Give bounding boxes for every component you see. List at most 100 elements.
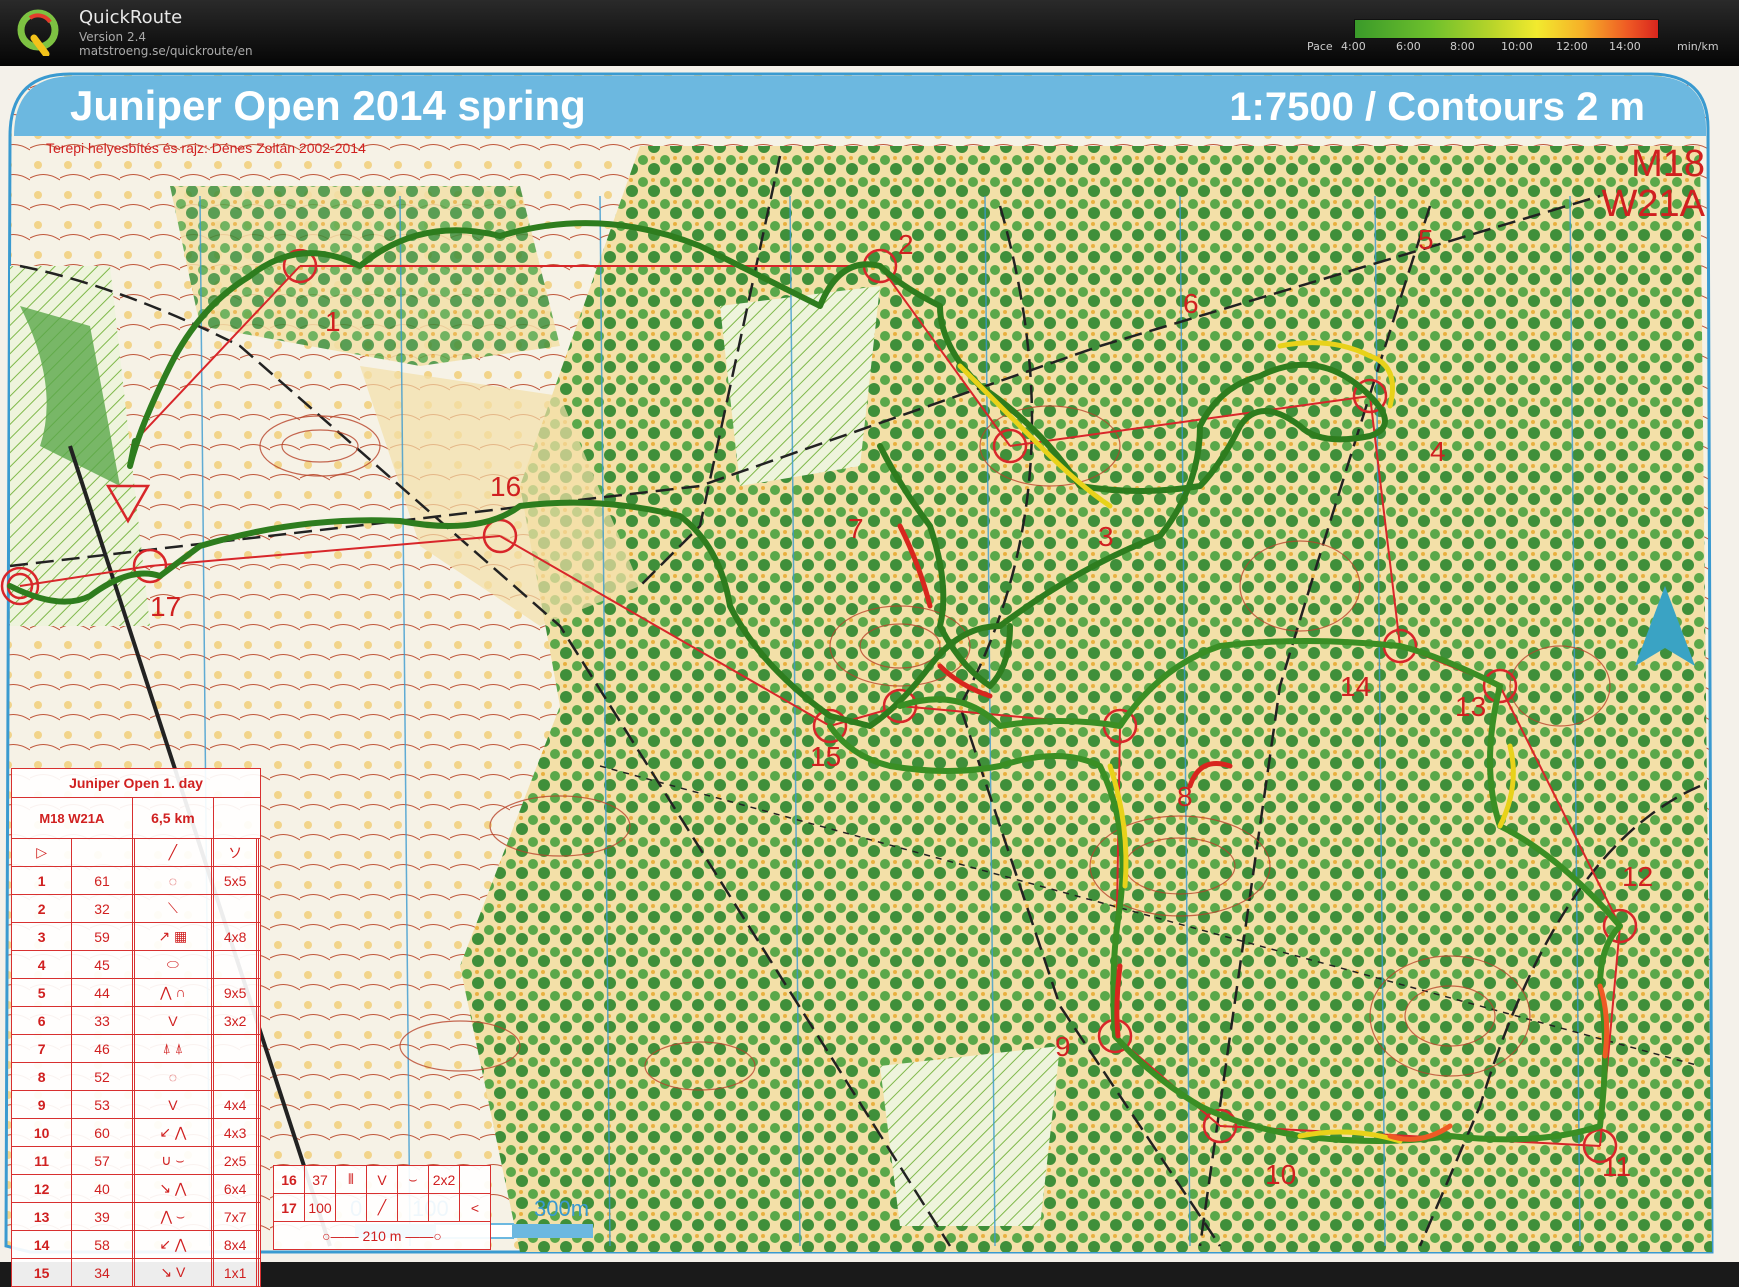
app-header: QuickRoute Version 2.4 matstroeng.se/qui…: [0, 0, 1739, 66]
control-number: 2: [898, 229, 914, 260]
finish-distance: ○—— 210 m ——○: [273, 1221, 491, 1250]
control-number-cell: 4: [10, 950, 73, 979]
control-symbol-cell: [258, 894, 261, 923]
control-description-row: 15 34 ↘ V 1x1: [10, 1258, 261, 1287]
control-symbol-cell: ↙ ⋀: [134, 1118, 212, 1147]
control-symbol-cell: [258, 866, 261, 895]
control-number: 3: [1098, 521, 1114, 552]
control-code-cell: 33: [71, 1006, 133, 1035]
control-number-cell: 12: [10, 1174, 73, 1203]
control-number: 16: [490, 471, 521, 502]
control-code-cell: 39: [71, 1202, 133, 1231]
event-name: Juniper Open 1. day: [11, 768, 261, 798]
control-number: 17: [150, 591, 181, 622]
control-symbol-cell: [258, 1062, 261, 1091]
control-symbol-cell: 6x4: [213, 1174, 258, 1203]
control-symbol-cell: ↗ ▦: [134, 922, 212, 951]
control-description-row: 2 32 ⟍: [10, 894, 261, 923]
control-symbol-cell: [258, 1034, 261, 1063]
control-symbol-cell: ⍋ ⍋: [134, 1034, 212, 1063]
control-symbol-cell: V: [134, 1090, 212, 1119]
control-symbol-cell: ∪ ⌣: [134, 1146, 212, 1175]
control-code-cell: 57: [71, 1146, 133, 1175]
control-code-cell: 46: [71, 1034, 133, 1063]
pace-tick: 8:00: [1450, 40, 1475, 53]
app-url-link[interactable]: matstroeng.se/quickroute/en: [79, 44, 253, 58]
control-description-row: 11 57 ∪ ⌣ 2x5: [10, 1146, 261, 1175]
control-symbol-cell: 4x4: [213, 1090, 258, 1119]
control-symbol-cell: [258, 1258, 261, 1287]
map-canvas[interactable]: Juniper Open 2014 spring 1:7500 / Contou…: [0, 66, 1739, 1287]
control-number-cell: 3: [10, 922, 73, 951]
control-number-cell: 13: [10, 1202, 73, 1231]
pace-color-scale: [1354, 19, 1659, 39]
control-symbol-cell: 4x8: [213, 922, 258, 951]
control-number: 15: [810, 741, 841, 772]
control-symbol-cell: [258, 1202, 261, 1231]
pace-unit: min/km: [1677, 40, 1719, 53]
control-description-row: 6 33 V 3x2: [10, 1006, 261, 1035]
control-number: 7: [848, 513, 864, 544]
control-code-cell: 45: [71, 950, 133, 979]
control-number: 11: [1602, 1151, 1631, 1182]
control-number-cell: 7: [10, 1034, 73, 1063]
control-number-cell: 8: [10, 1062, 73, 1091]
app-version: Version 2.4: [79, 30, 147, 44]
class-label: W21A: [1602, 183, 1706, 225]
control-number-cell: 10: [10, 1118, 73, 1147]
scale-label: 300m: [534, 1196, 589, 1221]
pace-label: Pace: [1307, 40, 1333, 53]
control-symbol-cell: 7x7: [213, 1202, 258, 1231]
control-code-cell: 44: [71, 978, 133, 1007]
control-symbol-cell: [258, 1230, 261, 1259]
pace-tick: 14:00: [1609, 40, 1641, 53]
control-description-row: 5 44 ⋀ ∩ 9x5: [10, 978, 261, 1007]
control-symbol-cell: ⋀ ⌣: [134, 1202, 212, 1231]
start-triangle-icon: ▷: [10, 838, 73, 867]
control-symbol-cell: V: [134, 1006, 212, 1035]
course-classes: M18 W21A: [11, 797, 133, 839]
control-symbol-cell: ◌: [134, 866, 212, 895]
control-description-row: 14 58 ↙ ⋀ 8x4: [10, 1230, 261, 1259]
control-symbol-cell: ↘ V: [134, 1258, 212, 1287]
control-symbol-cell: [258, 978, 261, 1007]
control-symbol-cell: ↘ ⋀: [134, 1174, 212, 1203]
control-symbol-cell: [258, 1146, 261, 1175]
control-symbol-cell: 1x1: [213, 1258, 258, 1287]
control-symbol-cell: [258, 1006, 261, 1035]
control-number: 1: [325, 306, 341, 337]
control-code-cell: 53: [71, 1090, 133, 1119]
control-code-cell: 34: [71, 1258, 133, 1287]
control-description-row: 7 46 ⍋ ⍋: [10, 1034, 261, 1063]
control-code-cell: 61: [71, 866, 133, 895]
control-symbol-cell: ↙ ⋀: [134, 1230, 212, 1259]
control-symbol-cell: 3x2: [213, 1006, 258, 1035]
control-description-row: 9 53 V 4x4: [10, 1090, 261, 1119]
control-symbol-cell: [258, 1090, 261, 1119]
control-symbol-cell: [213, 950, 258, 979]
control-code-cell: 59: [71, 922, 133, 951]
control-description-row: 13 39 ⋀ ⌣ 7x7: [10, 1202, 261, 1231]
control-number-cell: 2: [10, 894, 73, 923]
control-description-table-extra: 16 37 ⫴ V ⌣ 2x2 17 100 ╱ < ○—— 210 m ——○: [273, 1165, 491, 1250]
control-number: 12: [1622, 861, 1653, 892]
control-number-cell: 9: [10, 1090, 73, 1119]
pace-tick: 4:00: [1341, 40, 1366, 53]
control-number: 14: [1340, 671, 1371, 702]
control-symbol-cell: [258, 950, 261, 979]
map-scale: 1:7500 / Contours 2 m: [1229, 85, 1645, 129]
control-symbol-cell: 8x4: [213, 1230, 258, 1259]
control-symbol-cell: ⬭: [134, 950, 212, 979]
control-symbol-cell: ⟍: [134, 894, 212, 923]
control-symbol-cell: [213, 894, 258, 923]
control-number: 5: [1418, 224, 1434, 255]
control-description-row: 4 45 ⬭: [10, 950, 261, 979]
control-symbol-cell: 2x5: [213, 1146, 258, 1175]
control-symbol-cell: 4x3: [213, 1118, 258, 1147]
control-code-cell: 58: [71, 1230, 133, 1259]
control-description-row: 12 40 ↘ ⋀ 6x4: [10, 1174, 261, 1203]
map-title: Juniper Open 2014 spring: [70, 82, 586, 129]
class-label: M18: [1631, 143, 1705, 185]
pace-tick: 10:00: [1501, 40, 1533, 53]
control-code-cell: 52: [71, 1062, 133, 1091]
